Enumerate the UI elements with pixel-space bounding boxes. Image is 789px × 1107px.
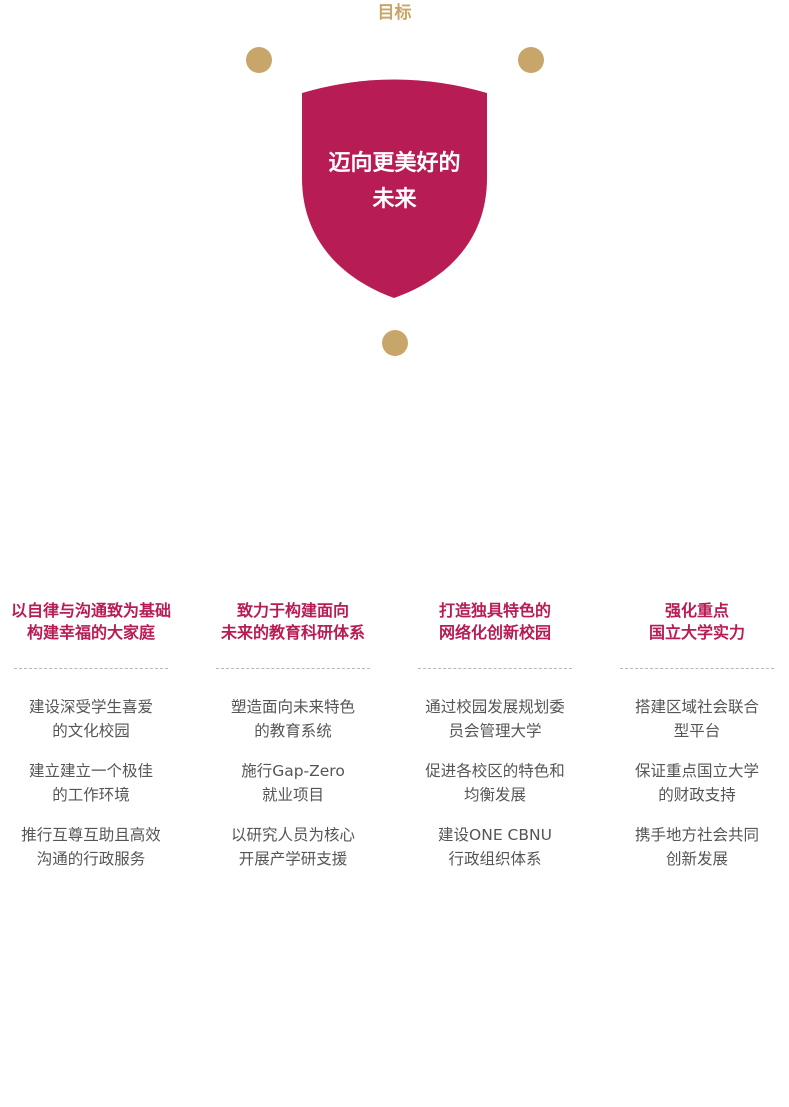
column-title-line-2: 未来的教育科研体系 — [220, 623, 365, 642]
column-title-line-1: 强化重点 — [664, 601, 729, 620]
list-item-line-1: 搭建区域社会联合 — [634, 698, 759, 716]
shield-goal-text: 迈向更美好的 未来 — [302, 146, 487, 218]
column-item-list: 通过校园发展规划委 员会管理大学 促进各校区的特色和 均衡发展 建设ONE CB… — [409, 695, 581, 871]
shield-goal-line-2: 未来 — [372, 187, 417, 212]
column-title: 打造独具特色的 网络化创新校园 — [409, 600, 581, 650]
column-title-line-2: 构建幸福的大家庭 — [26, 623, 155, 642]
goal-label: 目标 — [377, 3, 412, 23]
list-item-line-1: 建设深受学生喜爱 — [28, 698, 153, 716]
column-divider — [14, 668, 168, 669]
list-item-line-1: 建设ONE CBNU — [438, 826, 552, 844]
list-item: 施行Gap-Zero 就业项目 — [207, 759, 379, 807]
column-title-line-2: 国立大学实力 — [648, 623, 745, 642]
column-divider — [216, 668, 370, 669]
list-item: 以研究人员为核心 开展产学研支援 — [207, 823, 379, 871]
column-item-list: 塑造面向未来特色 的教育系统 施行Gap-Zero 就业项目 以研究人员为核心 … — [207, 695, 379, 871]
list-item-line-1: 携手地方社会共同 — [634, 826, 759, 844]
column-divider — [418, 668, 572, 669]
list-item-line-2: 的财政支持 — [658, 786, 736, 804]
strategy-column-3: 打造独具特色的 网络化创新校园 通过校园发展规划委 员会管理大学 促进各校区的特… — [409, 600, 581, 887]
list-item-line-2: 的工作环境 — [52, 786, 130, 804]
column-divider — [620, 668, 774, 669]
list-item-line-2: 的教育系统 — [254, 722, 332, 740]
list-item-line-2: 开展产学研支援 — [238, 850, 348, 868]
list-item-line-1: 推行互尊互助且高效 — [21, 826, 161, 844]
strategy-column-1: 以自律与沟通致为基础 构建幸福的大家庭 建设深受学生喜爱 的文化校园 建立建立一… — [5, 600, 177, 887]
list-item: 保证重点国立大学 的财政支持 — [611, 759, 783, 807]
strategy-column-2: 致力于构建面向 未来的教育科研体系 塑造面向未来特色 的教育系统 施行Gap-Z… — [207, 600, 379, 887]
list-item: 建设深受学生喜爱 的文化校园 — [5, 695, 177, 743]
gold-dot-bottom — [382, 330, 408, 356]
list-item-line-2: 型平台 — [673, 722, 721, 740]
list-item-line-1: 施行Gap-Zero — [241, 762, 345, 780]
list-item-line-2: 就业项目 — [261, 786, 324, 804]
list-item: 推行互尊互助且高效 沟通的行政服务 — [5, 823, 177, 871]
list-item: 搭建区域社会联合 型平台 — [611, 695, 783, 743]
list-item-line-2: 沟通的行政服务 — [36, 850, 146, 868]
list-item-line-2: 员会管理大学 — [448, 722, 542, 740]
list-item-line-1: 通过校园发展规划委 — [425, 698, 565, 716]
column-title: 强化重点 国立大学实力 — [611, 600, 783, 650]
list-item-line-2: 创新发展 — [665, 850, 728, 868]
column-item-list: 建设深受学生喜爱 的文化校园 建立建立一个极佳 的工作环境 推行互尊互助且高效 … — [5, 695, 177, 871]
list-item-line-2: 均衡发展 — [463, 786, 526, 804]
gold-dot-right — [518, 47, 544, 73]
column-title-line-1: 打造独具特色的 — [438, 601, 551, 620]
list-item-line-1: 以研究人员为核心 — [230, 826, 355, 844]
list-item: 促进各校区的特色和 均衡发展 — [409, 759, 581, 807]
list-item: 通过校园发展规划委 员会管理大学 — [409, 695, 581, 743]
column-item-list: 搭建区域社会联合 型平台 保证重点国立大学 的财政支持 携手地方社会共同 创新发… — [611, 695, 783, 871]
shield-goal-line-1: 迈向更美好的 — [328, 151, 461, 176]
list-item: 建设ONE CBNU 行政组织体系 — [409, 823, 581, 871]
list-item-line-2: 行政组织体系 — [448, 850, 542, 868]
list-item-line-1: 促进各校区的特色和 — [425, 762, 565, 780]
column-title: 致力于构建面向 未来的教育科研体系 — [207, 600, 379, 650]
list-item: 携手地方社会共同 创新发展 — [611, 823, 783, 871]
gold-dot-left — [246, 47, 272, 73]
list-item-line-1: 建立建立一个极佳 — [28, 762, 153, 780]
list-item: 塑造面向未来特色 的教育系统 — [207, 695, 379, 743]
list-item-line-1: 塑造面向未来特色 — [230, 698, 355, 716]
column-title-line-1: 以自律与沟通致为基础 — [10, 601, 171, 620]
list-item-line-1: 保证重点国立大学 — [634, 762, 759, 780]
column-title-line-2: 网络化创新校园 — [438, 623, 551, 642]
column-title-line-1: 致力于构建面向 — [236, 601, 349, 620]
strategy-column-4: 强化重点 国立大学实力 搭建区域社会联合 型平台 保证重点国立大学 的财政支持 … — [611, 600, 783, 887]
column-title: 以自律与沟通致为基础 构建幸福的大家庭 — [5, 600, 177, 650]
list-item-line-2: 的文化校园 — [52, 722, 130, 740]
list-item: 建立建立一个极佳 的工作环境 — [5, 759, 177, 807]
